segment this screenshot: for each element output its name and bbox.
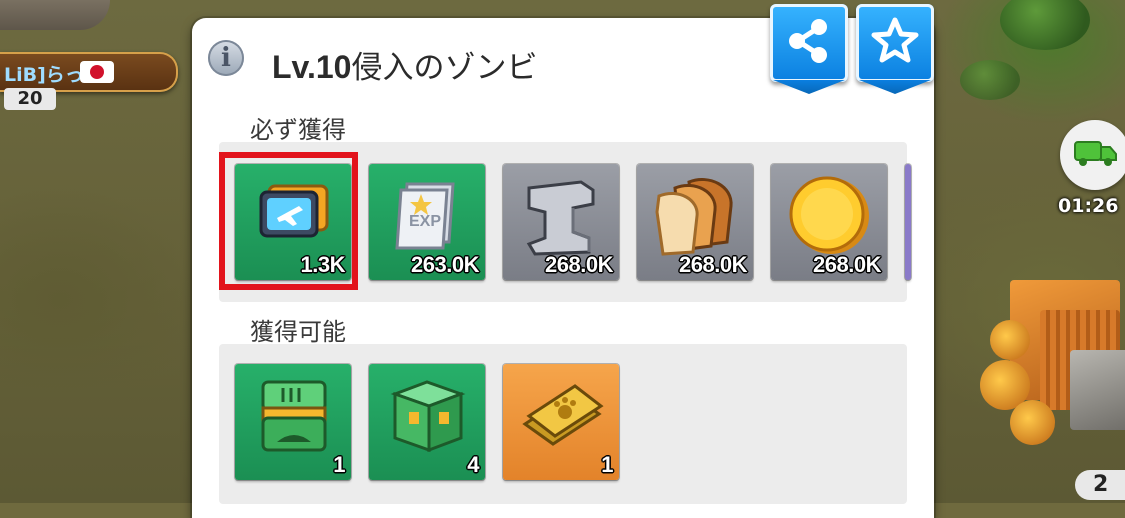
player-name: LiB]らっ <box>4 64 84 86</box>
panel-title: Lv.10侵入のゾンビ <box>272 42 537 87</box>
map-building <box>0 0 110 30</box>
reward-item-gold-paw-card[interactable]: 1 <box>503 364 619 480</box>
reward-qty: 268.0K <box>813 252 881 277</box>
reward-item-exp-book[interactable]: EXP 263.0K <box>369 164 485 280</box>
iron-ingot-icon <box>526 180 595 256</box>
monster-name: 侵入のゾンビ <box>351 50 538 86</box>
info-icon <box>208 40 244 76</box>
reward-item-partial[interactable] <box>905 164 911 280</box>
gold-coin-icon <box>789 176 869 254</box>
reward-item-gold-coin[interactable]: 268.0K <box>771 164 887 280</box>
truck-timer: 01:26 <box>1058 195 1119 217</box>
reward-item-green-chest[interactable]: 4 <box>369 364 485 480</box>
favorite-button[interactable] <box>856 4 934 82</box>
possible-rewards-list: 1 4 1 <box>219 344 907 504</box>
bread-icon <box>655 178 733 256</box>
reward-item-supply-crate[interactable]: 1 <box>235 364 351 480</box>
selected-item-highlight <box>219 152 358 290</box>
svg-text:EXP: EXP <box>409 213 441 230</box>
share-icon <box>789 19 827 63</box>
corner-count-badge[interactable]: 2 <box>1075 470 1125 500</box>
monster-info-panel: Lv.10侵入のゾンビ 必ず獲得 1.3K <box>192 4 934 518</box>
supply-crate-icon <box>261 380 327 452</box>
reward-item-bread[interactable]: 268.0K <box>637 164 753 280</box>
reward-item-iron[interactable]: 268.0K <box>503 164 619 280</box>
map-tree <box>1000 0 1090 50</box>
gold-paw-card-icon <box>522 384 604 446</box>
star-icon <box>871 17 919 63</box>
reward-qty: 263.0K <box>411 252 479 277</box>
player-level-badge: 20 <box>4 88 56 110</box>
japan-flag-icon <box>80 61 114 83</box>
share-button[interactable] <box>770 4 848 82</box>
possible-rewards-label: 獲得可能 <box>250 318 346 346</box>
monster-level: Lv.10 <box>272 49 352 85</box>
guaranteed-rewards-label: 必ず獲得 <box>250 116 346 144</box>
green-chest-icon <box>390 380 466 453</box>
reward-qty: 4 <box>467 452 479 477</box>
player-banner[interactable]: LiB]らっ <box>0 52 178 92</box>
reward-qty: 1 <box>601 452 613 477</box>
map-tree <box>960 60 1020 100</box>
resource-depot[interactable] <box>980 250 1125 450</box>
reward-qty: 268.0K <box>545 252 613 277</box>
reward-qty: 268.0K <box>679 252 747 277</box>
truck-marker[interactable] <box>1060 120 1125 190</box>
reward-qty: 1 <box>333 452 345 477</box>
truck-icon <box>1074 141 1117 166</box>
exp-book-icon: EXP <box>395 182 455 250</box>
